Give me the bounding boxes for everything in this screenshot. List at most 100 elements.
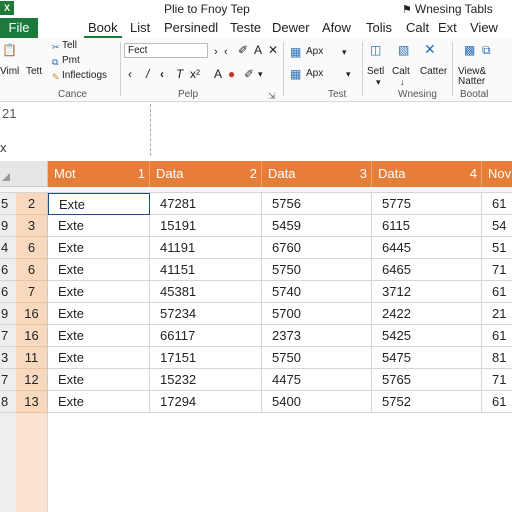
row-header[interactable]: 16 [16, 325, 48, 347]
tab-calt[interactable]: Calt [402, 18, 433, 38]
row-header[interactable]: 12 [16, 369, 48, 391]
table-cell[interactable]: 41191 [150, 237, 262, 259]
row-header[interactable]: 3 [16, 215, 48, 237]
table-cell[interactable]: Exte [48, 347, 150, 369]
row-header-outer[interactable]: 9 [0, 215, 16, 237]
table-cell[interactable]: Exte [48, 237, 150, 259]
tab-tolis[interactable]: Tolis [362, 18, 396, 38]
font-name-select[interactable]: Fect [124, 43, 208, 58]
table-cell[interactable]: 6115 [372, 215, 482, 237]
row-header[interactable]: 6 [16, 259, 48, 281]
table-cell[interactable]: 81 [482, 347, 512, 369]
superscript-icon[interactable]: x² [190, 68, 200, 80]
window-icon[interactable]: ⧉ [482, 44, 491, 56]
column-header-2[interactable]: Data 2 [150, 161, 262, 187]
fill-color-icon[interactable]: ● [228, 68, 235, 80]
row-header[interactable]: 6 [16, 237, 48, 259]
table-cell[interactable]: 5752 [372, 391, 482, 413]
table-cell[interactable]: 15191 [150, 215, 262, 237]
table-cell[interactable]: 5475 [372, 347, 482, 369]
italic-icon[interactable]: / [146, 68, 149, 80]
column-header-3[interactable]: Data 3 [262, 161, 372, 187]
table-cell[interactable]: 4475 [262, 369, 372, 391]
table-cell[interactable]: 6760 [262, 237, 372, 259]
table-cell[interactable]: Exte [48, 369, 150, 391]
italic-text-icon[interactable]: T [176, 68, 183, 80]
table-cell[interactable]: 61 [482, 325, 512, 347]
table-cell[interactable]: 17294 [150, 391, 262, 413]
style-apx-1[interactable]: Apx [306, 46, 323, 57]
row-header[interactable]: 7 [16, 281, 48, 303]
row-header[interactable]: 13 [16, 391, 48, 413]
name-box[interactable]: 21 [0, 104, 512, 124]
table-cell[interactable]: 5750 [262, 259, 372, 281]
table-cell[interactable]: 54 [482, 215, 512, 237]
table-cell[interactable]: 3712 [372, 281, 482, 303]
row-header-outer[interactable]: 5 [0, 193, 16, 215]
tab-persinedl[interactable]: Persinedl [160, 18, 222, 38]
font-color-icon[interactable]: ✐ [244, 68, 254, 80]
table-cell[interactable]: Exte [48, 281, 150, 303]
table-cell[interactable]: 5425 [372, 325, 482, 347]
table-style-icon[interactable]: ▦ [290, 68, 301, 80]
row-header-outer[interactable]: 6 [0, 259, 16, 281]
table-cell[interactable]: 5756 [262, 193, 372, 215]
format-icon[interactable]: ✕ [424, 42, 436, 56]
table-cell[interactable]: 5750 [262, 347, 372, 369]
align-icon[interactable]: ‹ [160, 68, 164, 80]
table-cell[interactable]: 61 [482, 391, 512, 413]
row-header-outer[interactable]: 7 [0, 325, 16, 347]
row-header[interactable]: 2 [16, 193, 48, 215]
table-cell[interactable]: 5400 [262, 391, 372, 413]
table-cell[interactable]: Exte [48, 391, 150, 413]
table-cell[interactable]: 17151 [150, 347, 262, 369]
strikethrough-icon[interactable]: A [214, 68, 222, 80]
column-header-5[interactable]: Nov [482, 161, 512, 187]
table-cell[interactable]: 51 [482, 237, 512, 259]
style-dropdown-icon[interactable]: ▾ [346, 68, 351, 80]
ribbon-catter[interactable]: Catter [420, 66, 447, 77]
row-header-outer[interactable]: 4 [0, 237, 16, 259]
table-cell[interactable]: 41151 [150, 259, 262, 281]
insert-icon[interactable]: ◫ [370, 44, 381, 56]
ribbon-inflectiogs[interactable]: Inflectiogs [62, 70, 107, 81]
column-header-1[interactable]: Mot 1 [48, 161, 150, 187]
font-size-icon[interactable]: › [214, 46, 218, 58]
table-cell[interactable]: 2373 [262, 325, 372, 347]
formula-bar[interactable]: x [0, 138, 512, 156]
table-cell[interactable]: 6465 [372, 259, 482, 281]
dropdown-icon[interactable]: ↓ [400, 76, 405, 88]
font-size-down-icon[interactable]: ‹ [224, 46, 228, 58]
table-cell[interactable]: 61 [482, 193, 512, 215]
grow-font-icon[interactable]: A [254, 44, 262, 56]
delete-icon[interactable]: ▧ [398, 44, 409, 56]
table-cell[interactable]: 5740 [262, 281, 372, 303]
row-header-outer[interactable]: 8 [0, 391, 16, 413]
table-cell[interactable]: 5459 [262, 215, 372, 237]
row-header[interactable]: 11 [16, 347, 48, 369]
table-cell[interactable]: 15232 [150, 369, 262, 391]
ribbon-natter[interactable]: Natter [458, 76, 485, 87]
tab-view[interactable]: View [466, 18, 502, 38]
select-all-corner[interactable] [0, 161, 48, 187]
table-cell[interactable]: Exte [48, 325, 150, 347]
tab-ext[interactable]: Ext [434, 18, 461, 38]
tab-book[interactable]: Book [84, 18, 122, 38]
styles-icon[interactable]: ▦ [290, 46, 301, 58]
ribbon-viml[interactable]: Viml [0, 66, 19, 77]
table-cell[interactable]: 6445 [372, 237, 482, 259]
view-icon[interactable]: ▩ [464, 44, 475, 56]
row-header-outer[interactable]: 3 [0, 347, 16, 369]
row-header[interactable]: 16 [16, 303, 48, 325]
row-header-outer[interactable]: 6 [0, 281, 16, 303]
ribbon-pmt[interactable]: Pmt [62, 55, 80, 66]
table-cell[interactable]: 5775 [372, 193, 482, 215]
format-painter-icon[interactable]: ✎ [52, 71, 60, 83]
table-cell[interactable]: 45381 [150, 281, 262, 303]
table-cell[interactable]: 66117 [150, 325, 262, 347]
table-cell[interactable]: 2422 [372, 303, 482, 325]
highlight-icon[interactable]: ✐ [238, 44, 248, 56]
table-cell[interactable]: 57234 [150, 303, 262, 325]
column-header-4[interactable]: Data 4 [372, 161, 482, 187]
tab-list[interactable]: List [126, 18, 154, 38]
